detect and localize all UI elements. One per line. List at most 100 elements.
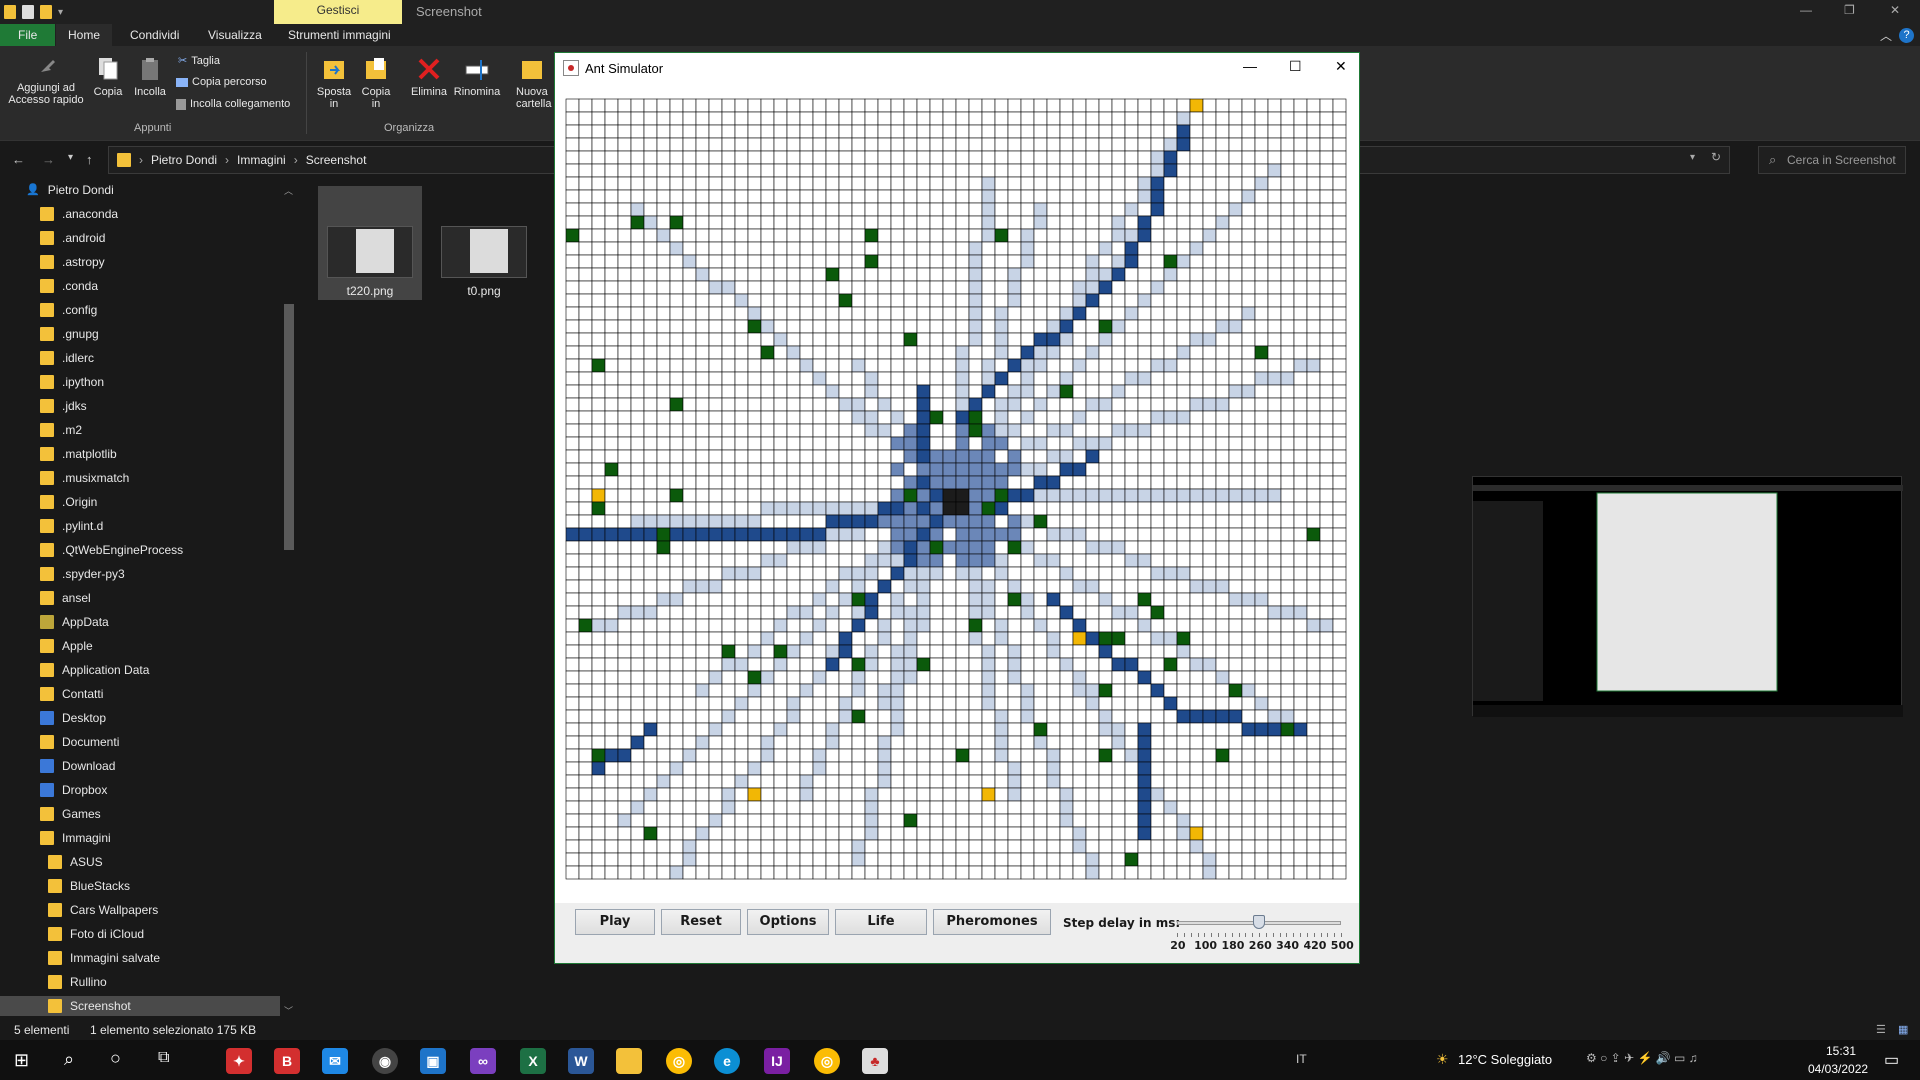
help-icon[interactable]: ? [1899, 28, 1914, 43]
sidebar-item[interactable]: .config [0, 300, 280, 320]
word-icon[interactable]: W [568, 1048, 594, 1074]
life-button[interactable]: Life [835, 909, 927, 935]
sidebar-item[interactable]: Rullino [0, 972, 280, 992]
scroll-up-icon[interactable]: ︿ [284, 184, 293, 197]
close-icon[interactable]: ✕ [1890, 3, 1900, 17]
media-player-icon[interactable]: ◉ [372, 1048, 398, 1074]
sidebar-item[interactable]: Foto di iCloud [0, 924, 280, 944]
reset-button[interactable]: Reset [661, 909, 741, 935]
minimize-icon[interactable]: — [1243, 58, 1257, 74]
sidebar-item[interactable]: Application Data [0, 660, 280, 680]
excel-icon[interactable]: X [520, 1048, 546, 1074]
sidebar-item[interactable]: .QtWebEngineProcess [0, 540, 280, 560]
breadcrumb-item[interactable]: Screenshot [306, 153, 367, 167]
chrome-icon[interactable]: ◎ [814, 1048, 840, 1074]
tab-strumenti-immagini[interactable]: Strumenti immagini [276, 24, 403, 46]
sidebar-item[interactable]: .pylint.d [0, 516, 280, 536]
copy-to-button[interactable]: Copia in [356, 56, 396, 110]
chevron-down-icon[interactable]: ▾ [1690, 152, 1695, 163]
tab-home[interactable]: Home [56, 24, 113, 46]
sidebar-item[interactable]: .matplotlib [0, 444, 280, 464]
security-app-icon[interactable]: ✦ [226, 1048, 252, 1074]
visual-studio-icon[interactable]: ∞ [470, 1048, 496, 1074]
sidebar-item[interactable]: .android [0, 228, 280, 248]
sidebar-item[interactable]: .conda [0, 276, 280, 296]
sidebar-item[interactable]: .ipython [0, 372, 280, 392]
step-delay-slider-knob[interactable] [1253, 915, 1265, 929]
weather-sun-icon[interactable]: ☀ [1436, 1051, 1449, 1068]
tab-visualizza[interactable]: Visualizza [196, 24, 274, 46]
tab-condividi[interactable]: Condividi [118, 24, 191, 46]
sidebar-item[interactable]: Games [0, 804, 280, 824]
sidebar-item[interactable]: Apple [0, 636, 280, 656]
delete-button[interactable]: Elimina [408, 56, 450, 98]
search-input[interactable]: Cerca in Screenshot [1758, 146, 1906, 174]
file-item[interactable]: t0.png [432, 186, 536, 300]
properties-icon[interactable] [22, 5, 34, 19]
sidebar-item[interactable]: .m2 [0, 420, 280, 440]
scrollbar-thumb[interactable] [284, 304, 294, 550]
search-icon[interactable]: ⌕ [64, 1049, 74, 1070]
close-icon[interactable]: ✕ [1335, 58, 1347, 75]
scroll-down-icon[interactable]: ﹀ [284, 1004, 293, 1017]
paste-button[interactable]: Incolla [130, 56, 170, 98]
file-explorer-icon[interactable] [616, 1048, 642, 1074]
sidebar-item[interactable]: Cars Wallpapers [0, 900, 280, 920]
contextual-tab-gestisci[interactable]: Gestisci [274, 0, 402, 24]
simulation-grid[interactable] [565, 98, 1347, 880]
system-tray-icons[interactable]: ⚙ ○ ⇪ ✈ ⚡ 🔊 ▭ ♫ [1586, 1051, 1698, 1065]
sidebar-item[interactable]: Dropbox [0, 780, 280, 800]
sidebar-scrollbar[interactable]: ︿ ﹀ [282, 184, 296, 1018]
clock-date[interactable]: 04/03/2022 [1808, 1062, 1868, 1076]
task-view-icon[interactable]: ⧉ [158, 1049, 169, 1067]
tab-file[interactable]: File [0, 24, 56, 46]
sidebar-item[interactable]: Screenshot [0, 996, 280, 1016]
weather-text[interactable]: 12°C Soleggiato [1458, 1052, 1552, 1067]
up-arrow-icon[interactable]: ↑ [86, 152, 93, 167]
new-folder-button[interactable]: Nuova cartella [516, 56, 554, 110]
sidebar-item[interactable]: .jdks [0, 396, 280, 416]
move-to-button[interactable]: Sposta in [314, 56, 354, 110]
intellij-icon[interactable]: IJ [764, 1048, 790, 1074]
edge-icon[interactable]: e [714, 1048, 740, 1074]
play-button[interactable]: Play [575, 909, 655, 935]
sidebar-item[interactable]: Contatti [0, 684, 280, 704]
sidebar-item[interactable]: ansel [0, 588, 280, 608]
back-arrow-icon[interactable]: ← [12, 152, 25, 167]
pin-quick-access-button[interactable]: Aggiungi ad Accesso rapido [6, 56, 86, 106]
bitdefender-icon[interactable]: B [274, 1048, 300, 1074]
sidebar-item[interactable]: AppData [0, 612, 280, 632]
maximize-icon[interactable]: ☐ [1289, 58, 1302, 75]
recent-locations-icon[interactable]: ▾ [68, 152, 73, 163]
sidebar-item[interactable]: .gnupg [0, 324, 280, 344]
collapse-ribbon-icon[interactable]: ︿ [1880, 27, 1892, 44]
sidebar-item[interactable]: Immagini [0, 828, 280, 848]
notification-icon[interactable]: ▭ [1884, 1050, 1899, 1070]
sidebar-item[interactable]: ASUS [0, 852, 280, 872]
new-folder-icon[interactable] [40, 5, 52, 19]
input-language[interactable]: IT [1296, 1052, 1307, 1066]
thumbnail-view-icon[interactable]: ▦ [1898, 1023, 1908, 1036]
sidebar-item[interactable]: .anaconda [0, 204, 280, 224]
store-icon[interactable]: ▣ [420, 1048, 446, 1074]
java-app-icon[interactable]: ♣ [862, 1048, 888, 1074]
pheromones-button[interactable]: Pheromones [933, 909, 1051, 935]
mail-icon[interactable]: ✉ [322, 1048, 348, 1074]
refresh-icon[interactable]: ↻ [1711, 150, 1721, 164]
breadcrumb-item[interactable]: Pietro Dondi [151, 153, 217, 167]
maximize-icon[interactable]: ❐ [1844, 3, 1855, 17]
minimize-icon[interactable]: — [1800, 3, 1812, 17]
sidebar-item[interactable]: .musixmatch [0, 468, 280, 488]
sidebar-item[interactable]: Desktop [0, 708, 280, 728]
sidebar-item[interactable]: .astropy [0, 252, 280, 272]
details-view-icon[interactable]: ☰ [1876, 1023, 1886, 1036]
sidebar-item[interactable]: 👤 Pietro Dondi [0, 180, 280, 200]
paste-link-button[interactable]: Incolla collegamento [176, 98, 290, 110]
copy-button[interactable]: Copia [90, 56, 126, 98]
file-item[interactable]: t220.png [318, 186, 422, 300]
sidebar-item[interactable]: .idlerc [0, 348, 280, 368]
sidebar-item[interactable]: .spyder-py3 [0, 564, 280, 584]
forward-arrow-icon[interactable]: → [42, 152, 55, 167]
windows-start-icon[interactable]: ⊞ [14, 1050, 29, 1071]
rename-button[interactable]: Rinomina [452, 56, 502, 98]
